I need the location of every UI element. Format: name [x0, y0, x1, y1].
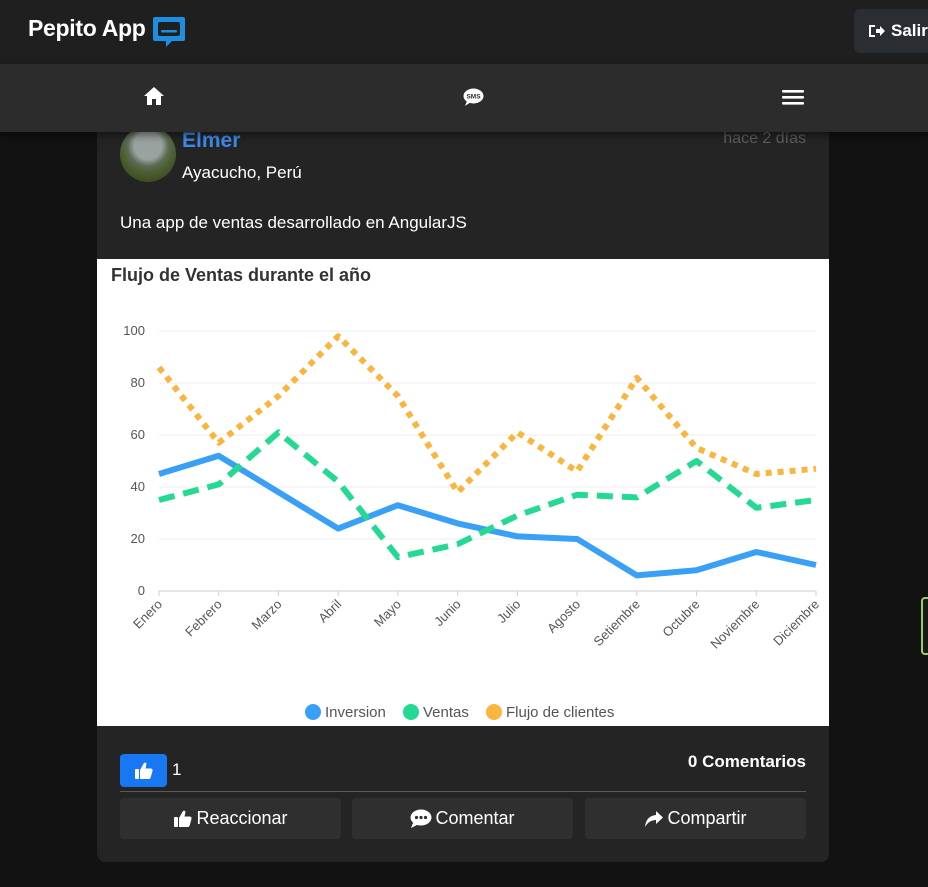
logout-label: Salir: [891, 21, 928, 40]
x-tick-label: Junio: [431, 597, 464, 630]
y-tick-label: 40: [131, 479, 145, 494]
react-label: Reaccionar: [196, 808, 288, 828]
sales-chart: Flujo de Ventas durante el año 0 20 40 60 80…: [97, 259, 829, 726]
like-count: 1: [172, 760, 182, 779]
post-author[interactable]: Elmer: [182, 129, 240, 153]
y-axis: 0 20 40 60 80 100: [123, 323, 145, 598]
y-tick-label: 0: [138, 583, 145, 598]
x-tick-label: Abril: [315, 596, 344, 625]
legend-label: Flujo de clientes: [506, 704, 614, 721]
post-location: Ayacucho, Perú: [182, 163, 302, 182]
share-icon: [645, 810, 664, 827]
x-tick-label: Diciembre: [770, 597, 822, 649]
x-tick-label: Setiembre: [590, 597, 643, 650]
comment-button[interactable]: Comentar: [352, 798, 573, 839]
x-tick-label: Noviembre: [707, 597, 762, 652]
y-tick-label: 80: [131, 375, 145, 390]
chart-series: [156, 333, 817, 579]
x-tick-label: Febrero: [182, 597, 225, 640]
share-button[interactable]: Compartir: [585, 798, 806, 839]
divider: [120, 791, 806, 792]
share-label: Compartir: [667, 808, 747, 828]
thumbs-up-icon: [174, 810, 193, 827]
x-axis: Enero Febrero Marzo Abril Mayo Junio Julio Agos…: [130, 591, 822, 652]
avatar[interactable]: [120, 126, 176, 182]
like-badge[interactable]: [120, 754, 167, 787]
series-line-flujo-de-clientes: [156, 333, 817, 496]
chart-title: Flujo de Ventas durante el año: [111, 265, 371, 285]
x-tick-label: Agosto: [544, 597, 583, 636]
legend-marker: [486, 704, 502, 720]
logout-button[interactable]: Salir: [854, 9, 928, 53]
legend-label: Ventas: [423, 704, 469, 721]
y-tick-label: 20: [131, 531, 145, 546]
sms-icon[interactable]: SMS: [463, 88, 484, 106]
home-icon[interactable]: [143, 86, 165, 106]
sign-out-icon: [869, 25, 885, 37]
chart-legend: Inversion Ventas Flujo de clientes: [305, 704, 614, 721]
comment-label: Comentar: [435, 808, 515, 828]
react-button[interactable]: Reaccionar: [120, 798, 341, 839]
post-text: Una app de ventas desarrollado en Angula…: [120, 213, 467, 232]
chat-logo-icon[interactable]: [151, 14, 187, 50]
x-tick-label: Marzo: [248, 597, 284, 633]
x-tick-label: Octubre: [659, 597, 702, 640]
hamburger-menu-icon[interactable]: [782, 89, 804, 105]
x-tick-label: Mayo: [371, 597, 404, 630]
nav-bar: SMS: [0, 64, 928, 132]
post-card: Elmer Ayacucho, Perú hace 2 días Una app…: [97, 100, 829, 862]
comment-icon: [410, 809, 432, 828]
top-bar: Pepito App Salir: [0, 0, 928, 64]
y-tick-label: 60: [131, 427, 145, 442]
svg-text:SMS: SMS: [466, 94, 481, 101]
legend-label: Inversion: [325, 704, 386, 721]
x-tick-label: Julio: [494, 597, 524, 627]
y-tick-label: 100: [123, 323, 145, 338]
legend-marker: [403, 704, 419, 720]
legend-marker: [305, 704, 321, 720]
thumbs-up-icon: [134, 762, 153, 779]
line-chart: Flujo de Ventas durante el año 0 20 40 60 80…: [111, 265, 822, 721]
post-timestamp: hace 2 días: [723, 130, 806, 147]
comments-count[interactable]: 0 Comentarios: [688, 752, 806, 772]
side-feedback-tab[interactable]: [921, 597, 928, 655]
x-tick-label: Enero: [130, 597, 165, 632]
app-title[interactable]: Pepito App: [28, 15, 146, 42]
series-line-ventas: [158, 429, 817, 561]
